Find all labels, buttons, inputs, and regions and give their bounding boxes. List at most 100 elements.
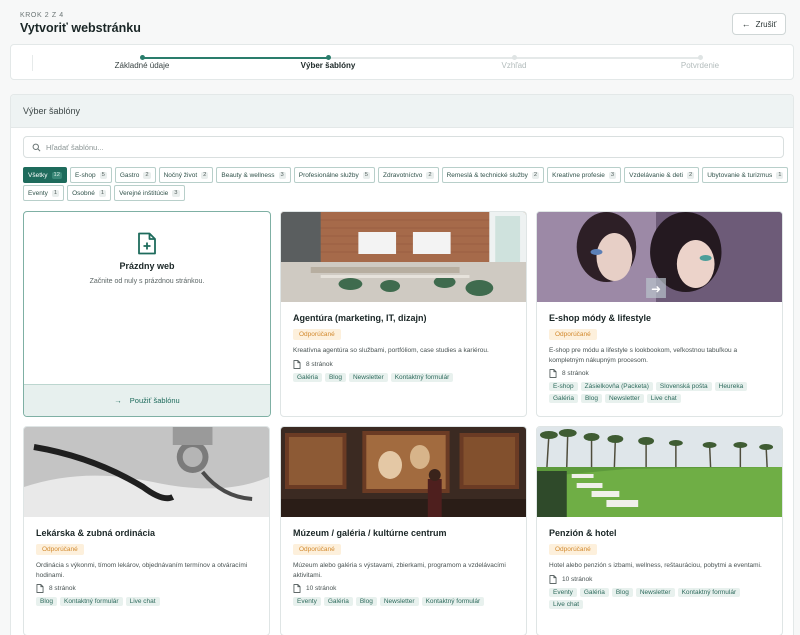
feature-tag: Live chat bbox=[125, 597, 160, 606]
recommended-badge: Odporúčané bbox=[293, 329, 341, 340]
feature-tags: Eventy Galéria Blog Newsletter Kontaktný… bbox=[293, 597, 514, 606]
feature-tag: Kontaktný formulár bbox=[60, 597, 123, 606]
search-icon bbox=[32, 143, 41, 151]
template-description: Kreatívna agentúra so službami, portfóli… bbox=[293, 347, 489, 354]
cancel-button[interactable]: ← Zrušiť bbox=[732, 13, 786, 35]
category-chip-verejne[interactable]: Verejné inštitúcie 3 bbox=[114, 185, 185, 201]
template-card-muzeum[interactable]: Múzeum / galéria / kultúrne centrum Odpo… bbox=[280, 426, 527, 635]
feature-tag: Blog bbox=[324, 372, 346, 382]
feature-tag: Blog bbox=[355, 597, 377, 606]
feature-tag: Newsletter bbox=[604, 394, 644, 403]
feature-tags: Galéria Blog Newsletter Kontaktný formul… bbox=[293, 372, 514, 382]
stethoscope-photo bbox=[24, 427, 269, 517]
recommended-badge: Odporúčané bbox=[549, 329, 597, 340]
recommended-badge: Odporúčané bbox=[549, 544, 597, 555]
step-dot-3 bbox=[512, 55, 517, 60]
blank-template-title: Prázdny web bbox=[119, 261, 175, 271]
step-dot-4 bbox=[698, 55, 703, 60]
document-icon bbox=[549, 574, 557, 584]
feature-tag: Galéria bbox=[323, 597, 353, 606]
feature-tag: Live chat bbox=[549, 599, 584, 609]
page-count: 8 stránok bbox=[36, 584, 257, 593]
search-input[interactable] bbox=[46, 142, 783, 152]
office-photo bbox=[281, 212, 526, 302]
feature-tag: Galéria bbox=[549, 394, 578, 403]
template-description: E-shop pre módu a lifestyle s lookbookom… bbox=[549, 347, 738, 364]
feature-tags: E-shop Zásielkovňa (Packeta) Slovenská p… bbox=[549, 382, 770, 403]
recommended-badge: Odporúčané bbox=[293, 544, 341, 555]
feature-tag: Newsletter bbox=[379, 597, 419, 606]
page-count: 8 stránok bbox=[293, 359, 514, 369]
template-description: Hotel alebo penzión s izbami, wellness, … bbox=[549, 562, 762, 569]
template-card-lekarska[interactable]: Lekárska & zubná ordinácia Odporúčané Or… bbox=[23, 426, 270, 635]
page-title: Vytvoriť webstránku bbox=[20, 21, 141, 35]
fashion-photo: ➜ bbox=[537, 212, 782, 302]
panel-title: Výber šablóny bbox=[11, 95, 793, 128]
template-card-penzion[interactable]: Penzión & hotel Odporúčané Hotel alebo p… bbox=[536, 426, 783, 635]
use-template-button[interactable]: → Použiť šablónu bbox=[24, 384, 270, 416]
search-box[interactable] bbox=[23, 136, 784, 158]
feature-tags: Blog Kontaktný formulár Live chat bbox=[36, 597, 257, 606]
document-icon bbox=[293, 359, 301, 369]
category-chip-ubytovanie[interactable]: Ubytovanie & turizmus 1 bbox=[702, 167, 789, 183]
step-template-selection[interactable]: Výber šablóny bbox=[301, 61, 356, 70]
page-count: 8 stránok bbox=[549, 369, 770, 378]
category-chip-profesionalne[interactable]: Profesionálne služby 5 bbox=[293, 167, 375, 183]
template-title: Lekárska & zubná ordinácia bbox=[36, 528, 156, 538]
category-chip-kreativne[interactable]: Kreatívne profesie 3 bbox=[547, 167, 622, 183]
feature-tags: Eventy Galéria Blog Newsletter Kontaktný… bbox=[549, 587, 770, 609]
template-title: Penzión & hotel bbox=[549, 528, 617, 538]
hotel-photo bbox=[537, 427, 782, 517]
page-header: KROK 2 Z 4 Vytvoriť webstránku ← Zrušiť bbox=[0, 0, 800, 42]
step-appearance: Vzhľad bbox=[501, 61, 527, 70]
arrow-left-icon: ← bbox=[741, 19, 751, 29]
feature-tag: Newsletter bbox=[348, 372, 388, 382]
feature-tag: Galéria bbox=[293, 372, 322, 382]
feature-tag: Newsletter bbox=[635, 587, 675, 597]
blank-template-card[interactable]: Prázdny web Začnite od nuly s prázdnou s… bbox=[23, 211, 271, 417]
page-count: 10 stránok bbox=[549, 574, 770, 584]
step-confirmation: Potvrdenie bbox=[680, 61, 720, 70]
template-description: Múzeum alebo galéria s výstavami, zbierk… bbox=[293, 562, 506, 579]
cancel-button-label: Zrušiť bbox=[755, 19, 777, 29]
template-card-agentura[interactable]: Agentúra (marketing, IT, dizajn) Odporúč… bbox=[280, 211, 527, 417]
category-chip-nocny-zivot[interactable]: Nočný život 2 bbox=[158, 167, 214, 183]
feature-tag: Live chat bbox=[646, 394, 681, 403]
svg-text:➜: ➜ bbox=[651, 282, 661, 296]
category-chip-eshop[interactable]: E-shop 5 bbox=[69, 167, 112, 183]
feature-tag: Kontaktný formulár bbox=[390, 372, 454, 382]
category-chip-vzdelavanie[interactable]: Vzdelávanie & deti 2 bbox=[624, 167, 700, 183]
template-title: Agentúra (marketing, IT, dizajn) bbox=[293, 313, 427, 323]
feature-tag: Blog bbox=[611, 587, 633, 597]
arrow-right-icon: → bbox=[114, 396, 122, 405]
museum-photo bbox=[281, 427, 526, 517]
feature-tag: Heureka bbox=[714, 382, 748, 391]
feature-tag: Kontaktný formulár bbox=[421, 597, 485, 606]
add-file-icon bbox=[138, 232, 156, 255]
feature-tag: Zásielkovňa (Packeta) bbox=[580, 382, 653, 391]
template-description: Ordinácia s výkonmi, tímom lekárov, obje… bbox=[36, 562, 248, 579]
feature-tag: Eventy bbox=[293, 597, 321, 606]
category-chip-osobne[interactable]: Osobné 1 bbox=[67, 185, 112, 201]
feature-tag: Slovenská pošta bbox=[655, 382, 712, 391]
page-count: 10 stránok bbox=[293, 584, 514, 593]
feature-tag: E-shop bbox=[549, 382, 578, 391]
recommended-badge: Odporúčané bbox=[36, 544, 84, 555]
template-card-eshop-mody[interactable]: ➜ E-shop módy & lifestyle Odporúčané E-s… bbox=[536, 211, 783, 417]
feature-tag: Blog bbox=[36, 597, 58, 606]
category-chip-zdravotnictvo[interactable]: Zdravotníctvo 2 bbox=[377, 167, 439, 183]
template-panel: Výber šablóny Všetky12 E-shop5 Gastro2 N… bbox=[10, 94, 794, 635]
feature-tag: Kontaktný formulár bbox=[677, 587, 741, 597]
feature-tag: Blog bbox=[580, 394, 602, 403]
category-chip-beauty[interactable]: Beauty & wellness 3 bbox=[216, 167, 291, 183]
category-chip-vsetky[interactable]: Všetky 12 bbox=[23, 167, 67, 183]
category-chip-remesla[interactable]: Remeslá & technické služby 2 bbox=[441, 167, 545, 183]
blank-template-subtitle: Začnite od nuly s prázdnou stránkou. bbox=[89, 278, 205, 285]
document-icon bbox=[36, 584, 44, 593]
step-basic-info[interactable]: Základné údaje bbox=[115, 61, 170, 70]
document-icon bbox=[549, 369, 557, 378]
category-chip-gastro[interactable]: Gastro 2 bbox=[114, 167, 156, 183]
category-chip-eventy[interactable]: Eventy 1 bbox=[23, 185, 65, 201]
template-title: E-shop módy & lifestyle bbox=[549, 313, 652, 323]
document-icon bbox=[293, 584, 301, 593]
